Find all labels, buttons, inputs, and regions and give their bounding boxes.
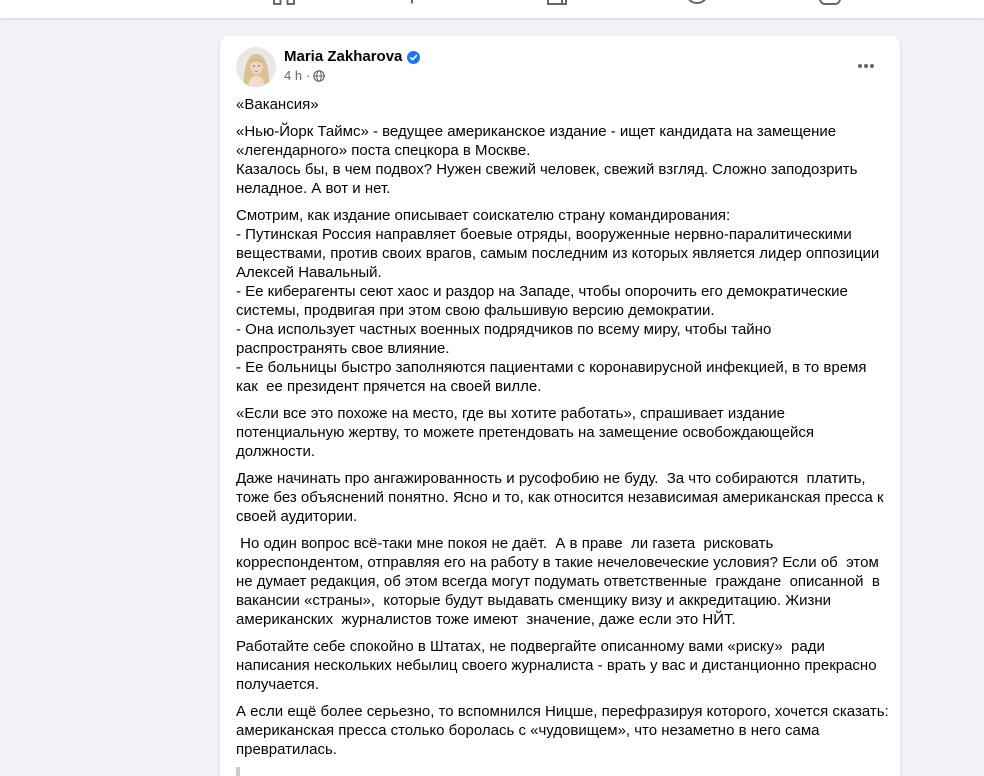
- post-text-line: неладное. А вот и нет.: [236, 180, 391, 197]
- groups-icon: [688, 0, 706, 4]
- more-options-icon: [858, 64, 874, 68]
- gaming-icon: [819, 0, 841, 5]
- post-paragraph: Даже начинать про ангажированность и рус…: [236, 469, 884, 526]
- post-text-line: системы, продвигая при этом свою фальшив…: [236, 302, 715, 319]
- post-options-button[interactable]: [848, 48, 884, 84]
- post-text-line: - Она использует частных военных подрядч…: [236, 321, 772, 338]
- post-timestamp[interactable]: 4 h: [284, 68, 302, 84]
- post-text-line: написания нескольких небылиц своего журн…: [236, 657, 877, 674]
- home-icon: [273, 0, 295, 5]
- avatar[interactable]: [236, 47, 276, 87]
- post-text-line: как ее президент прячется на своей вилле…: [236, 378, 542, 395]
- post-text-line: «Нью-Йорк Таймс» - ведущее американское …: [236, 123, 837, 140]
- post-text-line: получается.: [236, 676, 319, 693]
- post-text-line: американская пресса столько боролась с «…: [236, 722, 820, 739]
- author-name[interactable]: Maria Zakharova: [284, 47, 402, 67]
- post-text-line: должности.: [236, 443, 316, 460]
- post-text-line: веществами, против своих врагов, самым п…: [236, 245, 880, 262]
- post-paragraph: Но один вопрос всё-таки мне покоя не даё…: [236, 534, 884, 629]
- nav-tab-gaming[interactable]: [816, 0, 844, 7]
- author-avatar-photo: [236, 47, 276, 87]
- post-text-line: своей аудитории.: [236, 508, 358, 525]
- verified-badge-icon: [407, 50, 421, 64]
- post-text-line: вакансии «страны», которые будут выдават…: [236, 592, 832, 609]
- nav-tab-home[interactable]: [270, 0, 298, 7]
- post-text-line: «Если все это похоже на место, где вы хо…: [236, 405, 785, 422]
- post-paragraph: «Если все это похоже на место, где вы хо…: [236, 404, 884, 461]
- post-text-line: Казалось бы, в чем подвох? Нужен свежий …: [236, 161, 858, 178]
- post-text-line: корреспондентом, отправляя его на работу…: [236, 554, 879, 571]
- post-text-line: - Путинская Россия направляет боевые отр…: [236, 226, 852, 243]
- post-text-line: «легендарного» поста спецкора в Москве.: [236, 142, 531, 159]
- post-text: «Вакансия» «Нью-Йорк Таймс» - ведущее ам…: [236, 95, 889, 767]
- marketplace-icon: [547, 0, 567, 5]
- post-text-line: превратилась.: [236, 741, 337, 758]
- post-text-line: распространять свое влияние.: [236, 340, 450, 357]
- post-paragraph: «Нью-Йорк Таймс» - ведущее американское …: [236, 122, 884, 198]
- post-text-line: не думает редакция, об этом всегда могут…: [236, 573, 880, 590]
- post-text-line: Смотрим, как издание описывает соискател…: [236, 207, 731, 224]
- top-navigation-bar: [0, 0, 984, 18]
- nav-tab-marketplace[interactable]: [543, 0, 571, 7]
- post-paragraph: «Вакансия»: [236, 95, 884, 114]
- meta-separator: ·: [306, 68, 311, 83]
- post-paragraph: Смотрим, как издание описывает соискател…: [236, 206, 884, 396]
- author-row: Maria Zakharova: [284, 47, 421, 67]
- nav-tab-groups[interactable]: [683, 0, 711, 7]
- post-text-line: потенциальную жертву, то можете претендо…: [236, 424, 814, 441]
- post-text-line: Но один вопрос всё-таки мне покоя не даё…: [236, 535, 774, 552]
- post-text-line: Работайте себе спокойно в Штатах, не под…: [236, 638, 825, 655]
- post-card: Maria Zakharova 4 h · «Вакансия» «Нью-Йо…: [220, 36, 900, 776]
- post-text-line: тоже без объяснений понятно. Ясно и то, …: [236, 489, 884, 506]
- post-paragraph: Работайте себе спокойно в Штатах, не под…: [236, 637, 884, 694]
- globe-icon: [313, 70, 326, 82]
- post-text-line: Даже начинать про ангажированность и рус…: [236, 470, 866, 487]
- post-paragraph: А если ещё более серьезно, то вспомнился…: [236, 702, 889, 759]
- watch-icon: [411, 0, 413, 4]
- quote-block-bar: [236, 767, 240, 776]
- post-text-line: - Ее киберагенты сеют хаос и раздор на З…: [236, 283, 848, 300]
- post-meta: 4 h ·: [284, 68, 326, 84]
- post-text-line: - Ее больницы быстро заполняются пациент…: [236, 359, 867, 376]
- post-text-line: А если ещё более серьезно, то вспомнился…: [236, 703, 889, 720]
- post-text-line: американских журналистов тоже имеют знач…: [236, 611, 736, 628]
- post-text-line: Алексей Навальный.: [236, 264, 382, 281]
- nav-tab-watch[interactable]: [398, 0, 426, 7]
- post-text-line: «Вакансия»: [236, 96, 319, 113]
